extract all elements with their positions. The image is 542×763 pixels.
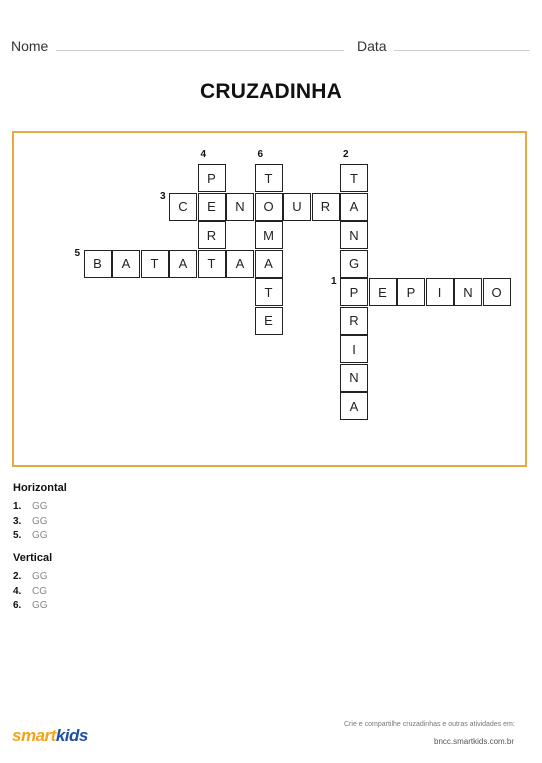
clue-item-text: CG [32, 585, 47, 597]
crossword-cell[interactable]: R [311, 192, 340, 221]
clue-item: 3. GG [13, 516, 48, 527]
vertical-heading: Vertical [13, 552, 53, 564]
horizontal-heading: Horizontal [13, 482, 67, 494]
clue-item-number: 4. [13, 585, 22, 597]
crossword-cell[interactable]: G [340, 249, 368, 278]
crossword-cell[interactable]: U [283, 192, 311, 221]
footer-url[interactable]: bncc.smartkids.com.br [434, 737, 514, 746]
crossword-cell[interactable]: N [340, 363, 368, 392]
clue-item-text: GG [32, 600, 48, 611]
crossword-cell[interactable]: O [254, 192, 283, 221]
crossword-cell[interactable]: E [197, 192, 226, 221]
crossword-cell[interactable]: R [340, 306, 368, 335]
clue-item: 5. GG [13, 530, 48, 541]
crossword-cell[interactable]: T [254, 278, 283, 306]
crossword-cell[interactable]: A [226, 249, 254, 278]
clue-number: 3 [160, 190, 166, 202]
date-label: Data [357, 38, 387, 54]
crossword-cell[interactable]: R [197, 221, 226, 249]
clue-item-number: 2. [13, 571, 22, 582]
clue-item-number: 3. [13, 515, 22, 527]
crossword-cell[interactable]: T [254, 164, 283, 192]
clue-item: 4. CG [13, 586, 47, 597]
clue-number: 2 [343, 149, 349, 160]
clue-item-text: GG [32, 571, 48, 582]
date-line [394, 50, 530, 51]
crossword-cell[interactable]: A [169, 249, 197, 278]
crossword-cell[interactable]: B [83, 249, 112, 278]
crossword-cell[interactable]: N [226, 192, 254, 221]
crossword-cell[interactable]: E [254, 306, 283, 335]
crossword-cell[interactable]: I [425, 278, 454, 306]
crossword-cell[interactable]: P [340, 278, 368, 306]
clue-item: 6. GG [13, 600, 48, 611]
crossword-cell[interactable]: M [254, 221, 283, 249]
clue-item-text: GG [32, 530, 48, 541]
clue-item-number: 6. [13, 600, 22, 611]
clue-item-text: GG [32, 515, 48, 527]
clue-item: 2. GG [13, 571, 48, 582]
crossword-cell[interactable]: N [340, 221, 368, 249]
crossword-cell[interactable]: T [340, 164, 368, 192]
crossword-cell[interactable]: A [112, 249, 140, 278]
crossword-cell[interactable]: E [368, 278, 397, 306]
name-label: Nome [11, 38, 49, 54]
crossword-cell[interactable]: T [197, 249, 226, 278]
crossword-cell[interactable]: C [169, 192, 197, 221]
crossword-cell[interactable]: A [340, 192, 368, 221]
smartkids-logo: smartkids [12, 726, 88, 745]
crossword-cell[interactable]: O [482, 278, 511, 306]
crossword-cell[interactable]: N [454, 278, 482, 306]
crossword-cell[interactable]: P [197, 164, 226, 192]
clue-number: 5 [74, 247, 81, 259]
clue-item-number: 5. [13, 530, 22, 541]
crossword-cell[interactable]: P [397, 278, 425, 306]
clue-number: 6 [257, 149, 264, 160]
crossword-cell[interactable]: A [340, 392, 368, 420]
crossword-cell[interactable]: A [254, 249, 283, 278]
clue-number: 1 [331, 276, 337, 287]
clue-number: 4 [200, 149, 207, 160]
crossword-cell[interactable]: T [140, 249, 169, 278]
crossword-cell[interactable]: I [340, 335, 368, 363]
footer-tagline: Crie e compartilhe cruzadinhas e outras … [344, 721, 515, 728]
clue-item-text: GG [32, 501, 48, 512]
clue-item-number: 1. [13, 501, 22, 512]
clue-item: 1. GG [13, 501, 48, 512]
name-line [56, 50, 344, 51]
page-title: CRUZADINHA [200, 80, 342, 103]
